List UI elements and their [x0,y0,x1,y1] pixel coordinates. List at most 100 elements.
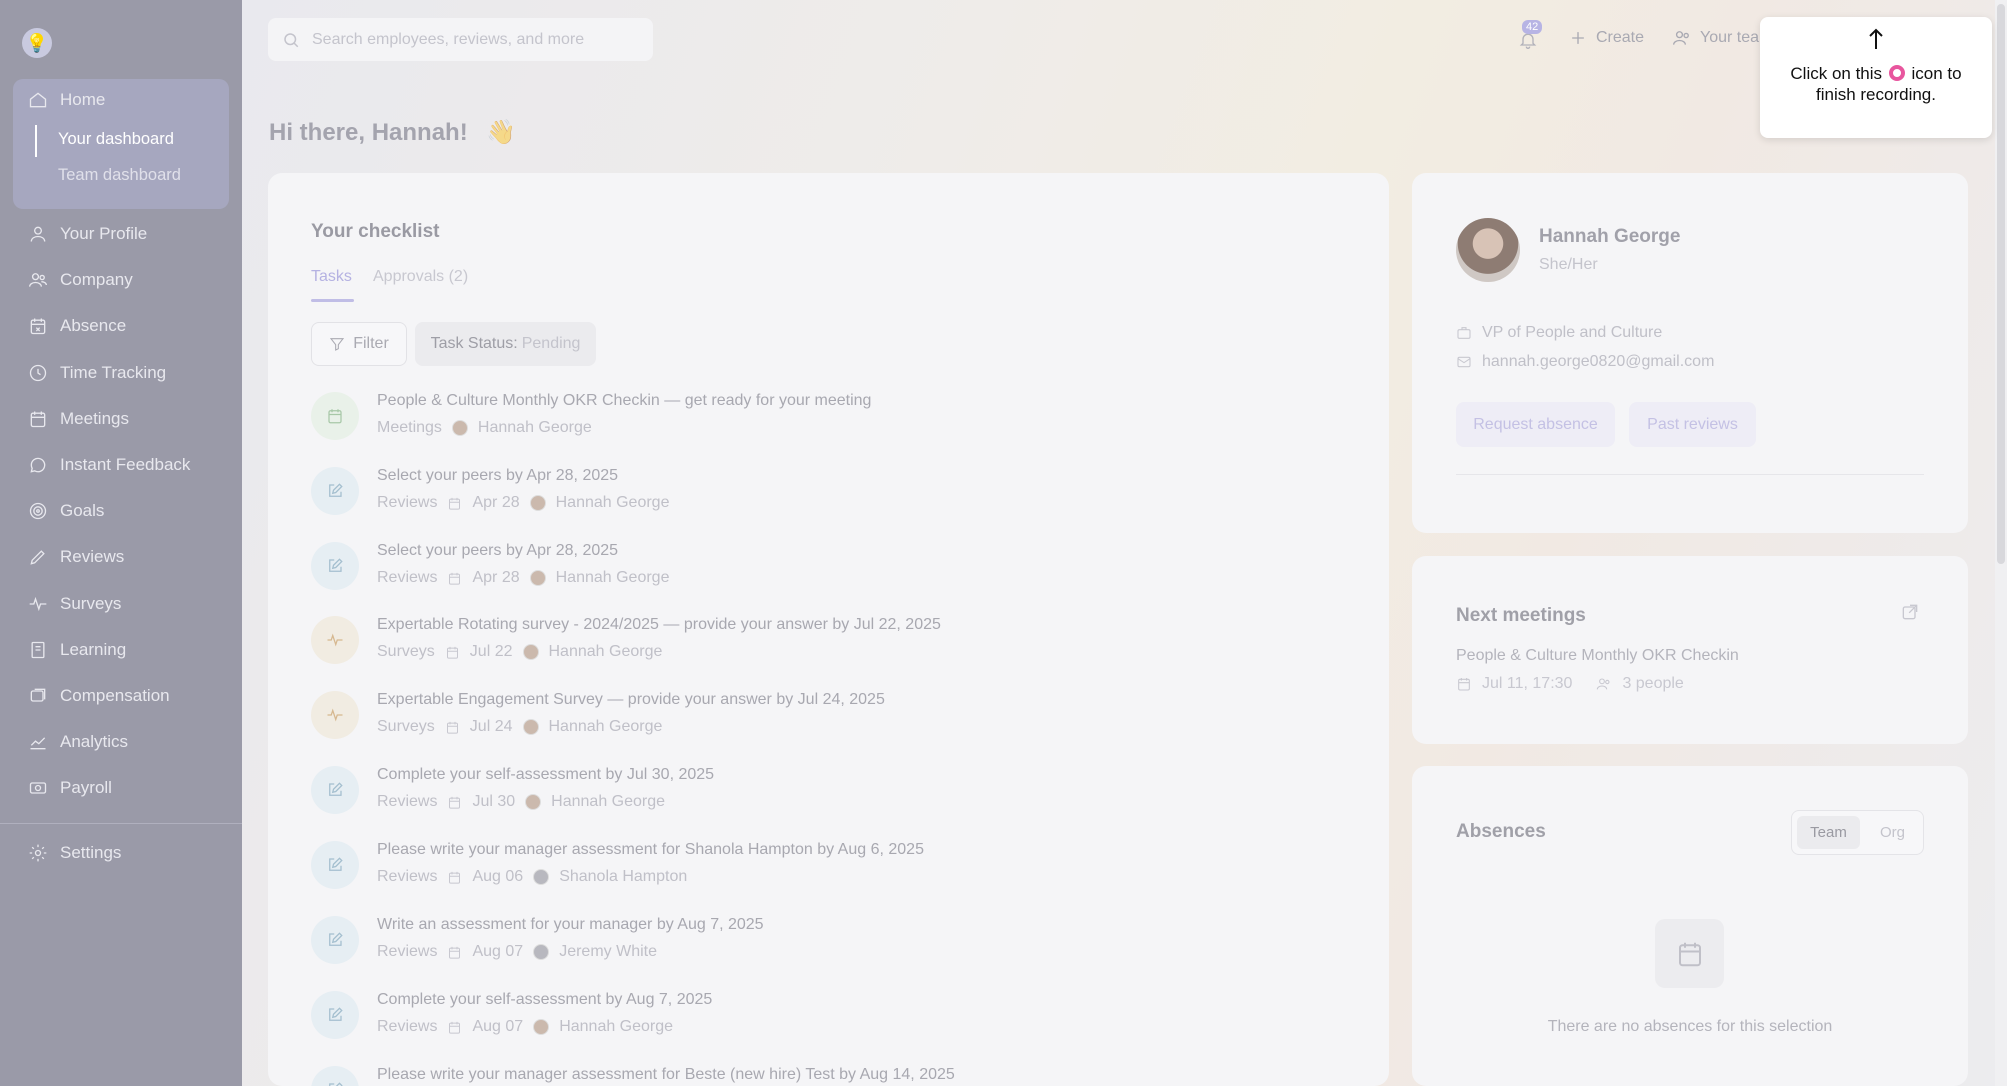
user-icon [30,226,46,242]
sidebar-item-settings[interactable]: Settings [28,838,121,868]
sidebar-item-your-dashboard[interactable]: Your dashboard [58,130,174,149]
sidebar-item-payroll[interactable]: Payroll [28,773,112,803]
pencil-icon [30,550,45,565]
search-icon [284,32,299,47]
profile-email[interactable]: hannah.george0820@gmail.com [1456,353,1714,371]
sidebar-item-team-dashboard[interactable]: Team dashboard [58,166,181,185]
task-row[interactable]: Select your peers by Apr 28, 2025 Review… [311,542,1361,608]
task-status-chip[interactable]: Task Status: Pending [415,322,596,366]
task-type: Surveys [377,643,435,660]
page-scrollbar[interactable] [1995,0,2007,1086]
sidebar-item-absence[interactable]: Absence [28,311,126,341]
sidebar-item-label: Absence [60,316,127,335]
task-person: Hannah George [477,419,592,436]
your-team-button[interactable]: Your team [1672,28,1772,48]
task-title[interactable]: Complete your self-assessment by Jul 30,… [377,766,714,784]
clock-icon [29,364,47,382]
meeting-title[interactable]: People & Culture Monthly OKR Checkin [1456,647,1739,665]
greeting-text: Hi there, Hannah! [269,119,468,146]
toggle-team[interactable]: Team [1797,816,1860,849]
calendar-icon [446,646,458,659]
task-title[interactable]: Expertable Rotating survey - 2024/2025 —… [377,616,941,634]
task-meta: Reviews Aug 07 Jeremy White [377,943,657,961]
email-text: hannah.george0820@gmail.com [1482,353,1715,370]
task-person: Hannah George [559,1018,674,1035]
sidebar-item-goals[interactable]: Goals [28,496,104,526]
calendar-icon [449,497,461,510]
calendar-icon [446,721,458,734]
task-row[interactable]: Complete your self-assessment by Jul 30,… [311,766,1361,832]
pulse-icon [311,616,359,664]
task-title[interactable]: Write an assessment for your manager by … [377,916,764,934]
task-title[interactable]: Select your peers by Apr 28, 2025 [377,542,618,560]
task-date: Aug 07 [472,1018,524,1035]
filter-label: Filter [353,335,389,352]
filter-button[interactable]: Filter [311,322,407,366]
sidebar-item-label: Home [60,90,106,109]
task-row[interactable]: People & Culture Monthly OKR Checkin — g… [311,392,1361,458]
search-input[interactable]: Search employees, reviews, and more [268,18,653,61]
calendar-icon [449,871,461,884]
gear-icon [29,844,47,862]
task-row[interactable]: Select your peers by Apr 28, 2025 Review… [311,467,1361,533]
task-row[interactable]: Expertable Rotating survey - 2024/2025 —… [311,616,1361,682]
edit-icon [311,542,359,590]
task-row[interactable]: Please write your manager assessment for… [311,1066,1361,1086]
notification-count-badge: 42 [1522,20,1543,34]
task-date: Jul 30 [472,793,516,810]
pulse-icon [29,596,47,612]
sidebar-item-label: Analytics [60,732,129,751]
sidebar-item-time-tracking[interactable]: Time Tracking [28,358,166,388]
task-row[interactable]: Please write your manager assessment for… [311,841,1361,907]
scrollbar-thumb[interactable] [1997,4,2005,564]
task-date: Jul 24 [469,718,513,735]
sidebar-item-label: Compensation [60,686,170,705]
sidebar-item-label: Time Tracking [60,363,167,382]
avatar [533,1019,550,1035]
sidebar-item-instant-feedback[interactable]: Instant Feedback [28,450,190,480]
task-person: Hannah George [548,718,663,735]
task-title[interactable]: Please write your manager assessment for… [377,841,924,859]
sidebar-item-learning[interactable]: Learning [28,635,126,665]
avatar [533,944,550,960]
task-meta: Reviews Apr 28 Hannah George [377,494,669,512]
sidebar-item-analytics[interactable]: Analytics [28,727,128,757]
avatar [533,869,550,885]
task-row[interactable]: Write an assessment for your manager by … [311,916,1361,982]
sidebar-divider [0,823,242,824]
task-title[interactable]: People & Culture Monthly OKR Checkin — g… [377,392,871,410]
edit-icon [311,1066,359,1086]
avatar [529,495,546,511]
task-row[interactable]: Complete your self-assessment by Aug 7, … [311,991,1361,1057]
sidebar-item-compensation[interactable]: Compensation [28,681,170,711]
task-meta: Reviews Jul 30 Hannah George [377,793,665,811]
request-absence-button[interactable]: Request absence [1456,402,1615,447]
coins-icon [30,688,46,702]
task-title[interactable]: Select your peers by Apr 28, 2025 [377,467,618,485]
home-icon [29,92,47,108]
profile-pronouns: She/Her [1539,256,1598,273]
meeting-date: Jul 11, 17:30 [1482,675,1573,692]
tab-approvals[interactable]: Approvals (2) [373,268,468,286]
sidebar-item-your-profile[interactable]: Your Profile [28,219,147,249]
task-row[interactable]: Expertable Engagement Survey — provide y… [311,691,1361,757]
create-button[interactable]: Create [1568,28,1644,48]
sidebar-item-meetings[interactable]: Meetings [28,404,129,434]
avatar[interactable] [1456,218,1520,282]
tab-tasks[interactable]: Tasks [311,268,352,286]
edit-icon [311,467,359,515]
filter-icon [330,338,345,351]
sidebar-item-reviews[interactable]: Reviews [28,542,124,572]
external-link-icon[interactable] [1900,602,1920,627]
task-title[interactable]: Complete your self-assessment by Aug 7, … [377,991,712,1009]
task-title[interactable]: Expertable Engagement Survey — provide y… [377,691,885,709]
sidebar-item-company[interactable]: Company [28,265,133,295]
toggle-org[interactable]: Org [1865,816,1920,849]
past-reviews-button[interactable]: Past reviews [1629,402,1756,447]
task-person: Shanola Hampton [559,868,688,885]
task-title[interactable]: Please write your manager assessment for… [377,1066,955,1084]
sidebar-item-surveys[interactable]: Surveys [28,589,121,619]
task-type: Reviews [377,1018,438,1035]
sidebar-item-home[interactable]: Home [28,85,105,115]
lightbulb-logo-icon[interactable]: 💡 [22,28,52,58]
